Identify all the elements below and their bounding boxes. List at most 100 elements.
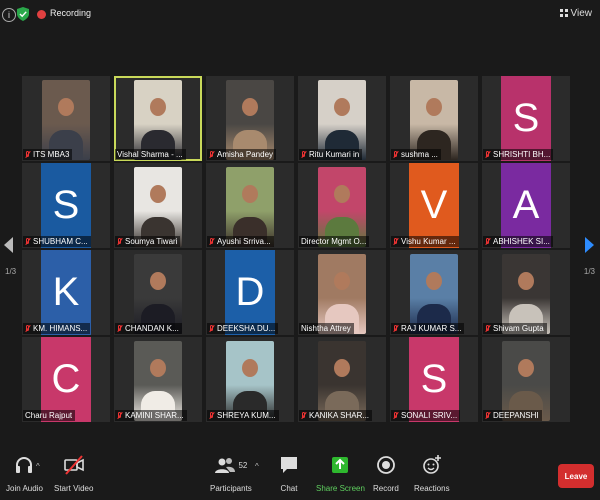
- participant-name-text: KAMINI SHAR...: [125, 411, 184, 420]
- mic-muted-icon: [209, 150, 214, 159]
- record-button[interactable]: Record: [373, 454, 399, 493]
- view-button[interactable]: View: [559, 8, 592, 19]
- audio-options-caret-icon[interactable]: ^: [36, 462, 40, 471]
- participant-tile[interactable]: Amisha Pandey: [206, 76, 294, 161]
- participants-options-caret-icon[interactable]: ^: [255, 462, 259, 471]
- participant-name: Vishu Kumar ...: [391, 236, 459, 247]
- participant-video: [134, 167, 182, 247]
- share-screen-button[interactable]: Share Screen: [316, 454, 365, 493]
- person-head: [150, 359, 166, 377]
- participant-name-text: SHRISHTI BH...: [493, 150, 551, 159]
- participants-button[interactable]: 52 Participants: [210, 454, 252, 493]
- participant-name-text: Ritu Kumari in: [309, 150, 360, 159]
- participant-tile[interactable]: C Charu Rajput: [22, 337, 110, 422]
- participant-name-text: ITS MBA3: [33, 150, 70, 159]
- participant-tile[interactable]: KANIKA SHAR...: [298, 337, 386, 422]
- participant-name: SHRISHTI BH...: [483, 149, 554, 160]
- participant-tile[interactable]: A ABHISHEK SI...: [482, 163, 570, 248]
- person-head: [334, 98, 350, 116]
- participant-tile[interactable]: K KM. HIMANS...: [22, 250, 110, 335]
- mic-muted-icon: [301, 411, 306, 420]
- mic-muted-icon: [209, 237, 214, 246]
- participant-tile[interactable]: V Vishu Kumar ...: [390, 163, 478, 248]
- participant-name-text: Vishal Sharma - ...: [117, 150, 183, 159]
- participant-tile[interactable]: Ritu Kumari in: [298, 76, 386, 161]
- start-video-button[interactable]: Start Video: [54, 454, 93, 493]
- participant-name: DEEKSHA DU...: [207, 323, 279, 334]
- participant-name: Soumya Tiwari: [115, 236, 181, 247]
- participant-name: CHANDAN K...: [115, 323, 182, 334]
- join-audio-button[interactable]: Join Audio: [6, 454, 43, 493]
- participant-tile[interactable]: Director Mgmt O...: [298, 163, 386, 248]
- participant-tile[interactable]: Nishtha Attrey: [298, 250, 386, 335]
- participant-tile[interactable]: Ayushi Srriva...: [206, 163, 294, 248]
- participant-name: ABHISHEK SI...: [483, 236, 553, 247]
- participant-name-text: SHREYA KUM...: [217, 411, 276, 420]
- participant-name: Charu Rajput: [23, 410, 76, 421]
- participant-tile[interactable]: SHREYA KUM...: [206, 337, 294, 422]
- leave-button[interactable]: Leave: [558, 464, 594, 488]
- arrow-right-icon: [585, 237, 594, 253]
- participant-video: [502, 254, 550, 334]
- record-icon: [376, 456, 395, 474]
- participant-name-text: DEEKSHA DU...: [217, 324, 276, 333]
- participant-name: Amisha Pandey: [207, 149, 277, 160]
- previous-page-button[interactable]: 1/3: [0, 205, 20, 285]
- mic-muted-icon: [117, 237, 122, 246]
- chat-button[interactable]: Chat: [278, 454, 300, 493]
- person-head: [150, 272, 166, 290]
- participant-name: Vishal Sharma - ...: [115, 149, 186, 160]
- participant-tile[interactable]: Shivam Gupta: [482, 250, 570, 335]
- reactions-icon: [422, 455, 441, 474]
- headphones-icon: [16, 457, 33, 473]
- participant-name-text: Nishtha Attrey: [301, 324, 351, 333]
- participants-icon: [215, 458, 236, 473]
- participant-video: [318, 167, 366, 247]
- person-head: [334, 359, 350, 377]
- person-head: [150, 98, 166, 116]
- info-icon[interactable]: i: [2, 8, 16, 22]
- mic-muted-icon: [25, 150, 30, 159]
- shield-icon[interactable]: [17, 7, 29, 21]
- top-bar: i Recording View: [0, 0, 600, 30]
- page-indicator-left: 1/3: [5, 267, 17, 276]
- participant-name-text: Shivam Gupta: [493, 324, 544, 333]
- participant-video: [410, 254, 458, 334]
- participant-tile[interactable]: CHANDAN K...: [114, 250, 202, 335]
- reactions-button[interactable]: Reactions: [414, 454, 450, 493]
- participant-video: [410, 80, 458, 160]
- person-head: [334, 272, 350, 290]
- participant-tile[interactable]: KAMINI SHAR...: [114, 337, 202, 422]
- participant-tile[interactable]: S SHRISHTI BH...: [482, 76, 570, 161]
- participant-tile[interactable]: S SHUBHAM C...: [22, 163, 110, 248]
- participant-name: sushma ...: [391, 149, 441, 160]
- participant-name-text: sushma ...: [401, 150, 438, 159]
- participant-name: ITS MBA3: [23, 149, 73, 160]
- join-audio-label: Join Audio: [6, 484, 43, 493]
- participant-tile[interactable]: sushma ...: [390, 76, 478, 161]
- person-head: [242, 98, 258, 116]
- participant-tile[interactable]: DEEPANSHI: [482, 337, 570, 422]
- participant-name: RAJ KUMAR S...: [391, 323, 465, 334]
- recording-label: Recording: [50, 8, 92, 18]
- video-off-icon: [63, 455, 84, 475]
- participant-name-text: Charu Rajput: [25, 411, 73, 420]
- participant-video: [318, 341, 366, 421]
- next-page-button[interactable]: 1/3: [580, 205, 600, 285]
- participant-tile[interactable]: Vishal Sharma - ...: [114, 76, 202, 161]
- participant-name: Director Mgmt O...: [299, 236, 370, 247]
- participant-name: SONALI SRIV...: [391, 410, 461, 421]
- chat-label: Chat: [280, 484, 298, 493]
- person-head: [150, 185, 166, 203]
- participant-name: KANIKA SHAR...: [299, 410, 373, 421]
- participant-tile[interactable]: Soumya Tiwari: [114, 163, 202, 248]
- page-indicator-right: 1/3: [583, 267, 595, 276]
- participant-tile[interactable]: D DEEKSHA DU...: [206, 250, 294, 335]
- share-screen-label: Share Screen: [316, 484, 365, 493]
- mic-muted-icon: [393, 150, 398, 159]
- meeting-toolbar: Join Audio ^ Start Video 52 Participants…: [0, 448, 600, 500]
- participant-tile[interactable]: S SONALI SRIV...: [390, 337, 478, 422]
- participant-tile[interactable]: ITS MBA3: [22, 76, 110, 161]
- participant-video: [318, 80, 366, 160]
- participant-tile[interactable]: RAJ KUMAR S...: [390, 250, 478, 335]
